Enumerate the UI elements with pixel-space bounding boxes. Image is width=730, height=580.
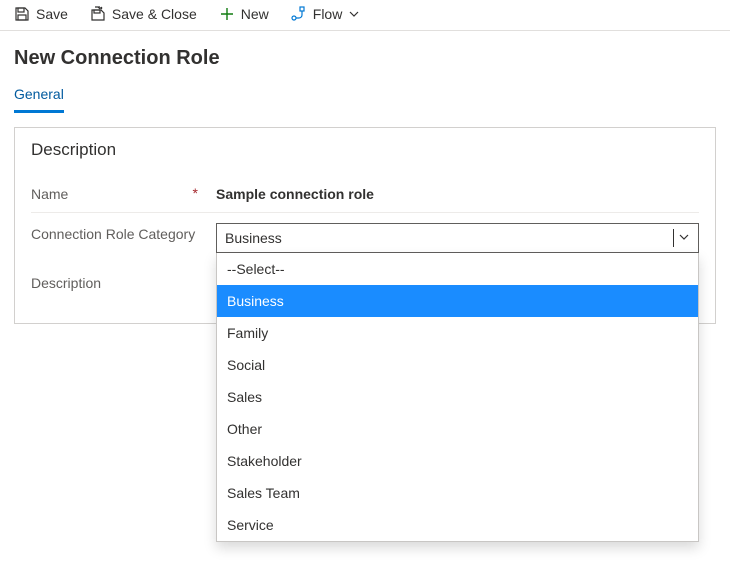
select-divider <box>673 229 674 247</box>
flow-button[interactable]: Flow <box>291 6 361 22</box>
category-option[interactable]: Family <box>217 317 698 349</box>
field-row-category: Connection Role Category Business --Sele… <box>31 213 699 263</box>
category-option[interactable]: Other <box>217 413 698 445</box>
section-title: Description <box>31 140 699 160</box>
save-close-icon <box>90 6 106 22</box>
category-option[interactable]: Social <box>217 349 698 381</box>
save-button-label: Save <box>36 6 68 22</box>
plus-icon <box>219 6 235 22</box>
chevron-down-icon <box>678 230 690 246</box>
new-button[interactable]: New <box>219 6 269 22</box>
category-option[interactable]: Stakeholder <box>217 445 698 477</box>
command-bar: Save Save & Close New Flow <box>0 0 730 31</box>
save-close-button[interactable]: Save & Close <box>90 6 197 22</box>
category-option[interactable]: Business <box>217 285 698 317</box>
category-option[interactable]: --Select-- <box>217 253 698 285</box>
tab-general-label: General <box>14 86 64 102</box>
description-label: Description <box>31 275 101 291</box>
tab-bar: General <box>0 80 730 113</box>
required-indicator: * <box>193 186 216 200</box>
category-option[interactable]: Service <box>217 509 698 541</box>
save-close-button-label: Save & Close <box>112 6 197 22</box>
field-row-name: Name * Sample connection role <box>31 174 699 213</box>
flow-button-label: Flow <box>313 6 343 22</box>
category-option[interactable]: Sales Team <box>217 477 698 509</box>
save-icon <box>14 6 30 22</box>
category-dropdown[interactable]: --Select--BusinessFamilySocialSalesOther… <box>216 253 699 542</box>
description-section: Description Name * Sample connection rol… <box>14 127 716 324</box>
category-select-value: Business <box>225 230 282 246</box>
page-title: New Connection Role <box>0 31 730 80</box>
name-label: Name <box>31 186 68 202</box>
flow-icon <box>291 6 307 22</box>
tab-general[interactable]: General <box>14 80 64 113</box>
save-button[interactable]: Save <box>14 6 68 22</box>
new-button-label: New <box>241 6 269 22</box>
name-field[interactable]: Sample connection role <box>216 184 699 202</box>
category-select[interactable]: Business <box>216 223 699 253</box>
category-label: Connection Role Category <box>31 225 195 244</box>
chevron-down-icon <box>348 6 360 22</box>
category-option[interactable]: Sales <box>217 381 698 413</box>
